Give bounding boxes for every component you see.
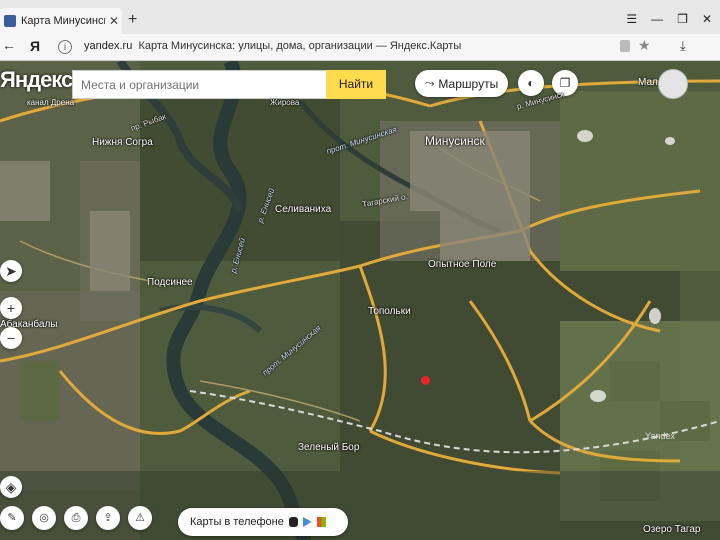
canal-drena-label: канал Дрена [27, 98, 75, 107]
layers-button[interactable]: ◈ [0, 476, 22, 498]
place-selivanikha-label: Селиваниха [275, 204, 332, 215]
routes-button[interactable]: ⤳ Маршруты [415, 70, 508, 97]
panorama-binoculars-button[interactable]: ◎ [32, 506, 56, 530]
place-topolki-label: Топольки [368, 306, 411, 317]
yandex-home-button[interactable]: Я [30, 38, 40, 54]
tab-bar: Карта Минусинска: улиц ✕ + ☰ — ❐ ✕ [0, 0, 720, 34]
download-icon[interactable]: ⤓ [680, 38, 686, 54]
place-opytnoe-pole-label: Опытное Поле [428, 259, 497, 270]
window-controls: ☰ — ❐ ✕ [626, 12, 712, 26]
search-box[interactable] [72, 70, 329, 99]
place-ozero-tagar-label: Озеро Тагар [643, 524, 701, 535]
address-bar: ← Я i yandex.ru Карта Минусинска: улицы,… [0, 34, 720, 61]
yandex-maps-favicon-icon [4, 15, 16, 27]
road-zhirova-label: Жирова [270, 98, 300, 107]
url-domain: yandex.ru [84, 40, 133, 52]
yandex-logo: Яндекс [0, 67, 73, 92]
search-input[interactable] [73, 71, 323, 98]
minimize-icon[interactable]: — [651, 12, 663, 26]
url-page-title: Карта Минусинска: улицы, дома, организац… [138, 40, 462, 52]
share-button[interactable]: ⇪ [96, 506, 120, 530]
tab-title: Карта Минусинска: улиц [21, 15, 105, 27]
close-tab-icon[interactable]: ✕ [109, 14, 119, 28]
url-field[interactable]: yandex.ru Карта Минусинска: улицы, дома,… [84, 40, 461, 52]
place-nizhnya-sogra-label: Нижня Согра [92, 137, 153, 148]
back-arrow-icon[interactable]: ← [2, 37, 16, 53]
ruler-button[interactable]: ✎ [0, 506, 24, 530]
print-button[interactable]: ⎙ [64, 506, 88, 530]
routes-label: Маршруты [438, 76, 499, 91]
find-button[interactable]: Найти [326, 70, 386, 99]
new-tab-button[interactable]: + [128, 11, 137, 29]
zoom-out-button[interactable]: − [0, 327, 22, 349]
maximize-icon[interactable]: ❐ [677, 12, 688, 26]
menu-icon[interactable]: ☰ [626, 12, 637, 26]
mobile-apps-label: Карты в телефоне [190, 516, 284, 528]
location-marker[interactable] [421, 376, 430, 385]
zoom-in-button[interactable]: + [0, 297, 22, 319]
lock-icon[interactable] [620, 40, 630, 52]
route-icon: ⤳ [424, 76, 435, 90]
yandex-watermark: Yandex [645, 431, 675, 441]
locate-me-button[interactable]: ➤ [0, 260, 22, 282]
apple-icon [288, 517, 298, 527]
browser-tab[interactable]: Карта Минусинска: улиц ✕ [0, 8, 122, 34]
satellite-map-image [0, 61, 720, 540]
bookmark-star-icon[interactable]: ★ [638, 37, 651, 54]
windows-icon [316, 517, 326, 527]
map-canvas[interactable]: Яндекс Найти ⤳ Маршруты ◐ ❐ Мала Минусин… [0, 61, 720, 540]
report-error-button[interactable]: ⚠ [128, 506, 152, 530]
mobile-apps-button[interactable]: Карты в телефоне [178, 508, 348, 536]
place-minusinsk-label: Минусинск [425, 134, 485, 148]
google-play-icon [302, 517, 312, 527]
place-zeleny-bor-label: Зеленый Бор [298, 442, 360, 453]
user-avatar[interactable] [658, 69, 688, 99]
place-podsinee-label: Подсинее [147, 277, 193, 288]
close-window-icon[interactable]: ✕ [702, 12, 712, 26]
traffic-toggle-button[interactable]: ◐ [518, 70, 544, 96]
bottom-toolbar: ✎ ◎ ⎙ ⇪ ⚠ [0, 506, 152, 530]
site-info-icon[interactable]: i [58, 40, 72, 54]
